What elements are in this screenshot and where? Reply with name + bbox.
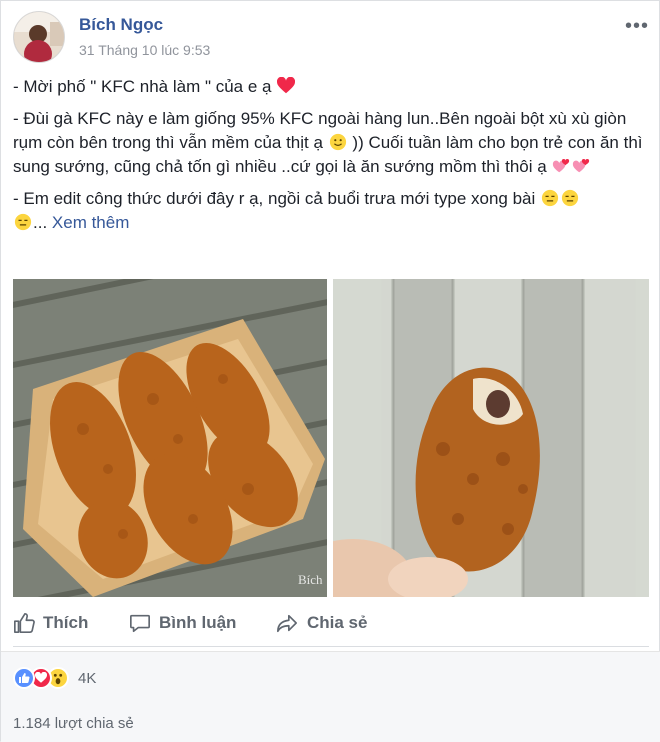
smile-emoji [329, 133, 346, 151]
post-body: - Mời phố " KFC nhà làm " của e ạ - Đùi … [13, 75, 649, 243]
sparkling-hearts-emoji [573, 159, 590, 173]
like-label: Thích [43, 613, 89, 632]
share-label: Chia sẻ [307, 613, 368, 632]
post-paragraph: - Đùi gà KFC này e làm giống 95% KFC ngo… [13, 107, 649, 179]
like-button[interactable]: Thích [13, 611, 88, 635]
author-name[interactable]: Bích Ngọc [79, 15, 163, 35]
expressionless-emoji [541, 189, 559, 207]
comment-button[interactable]: Bình luận [129, 611, 236, 635]
share-button[interactable]: Chia sẻ [275, 611, 367, 635]
photo-grid: Bích [13, 279, 649, 597]
avatar[interactable] [13, 11, 65, 63]
post-paragraph: - Mời phố " KFC nhà làm " của e ạ [13, 75, 649, 99]
photo-watermark: Bích [298, 572, 323, 587]
paragraph-text: - Mời phố " KFC nhà làm " của e ạ [13, 77, 272, 96]
paragraph-text: - Em edit công thức dưới đây r ạ, ngồi c… [13, 189, 536, 208]
photo-fried-chicken-tray[interactable]: Bích [13, 279, 327, 597]
sparkling-hearts-emoji [553, 159, 570, 173]
expressionless-emoji [14, 213, 32, 231]
share-count[interactable]: 1.184 lượt chia sẻ [13, 715, 134, 732]
share-icon [277, 614, 297, 633]
post-card: Bích Ngọc 31 Tháng 10 lúc 9:53 ••• - Mời… [0, 0, 660, 742]
like-reaction-icon [13, 667, 35, 689]
more-options-icon[interactable]: ••• [625, 15, 649, 38]
reactions-summary[interactable]: 4K [13, 665, 96, 691]
thumbs-up-icon [14, 613, 35, 633]
post-actions: Thích Bình luận Chia sẻ [13, 599, 649, 647]
see-more-link[interactable]: Xem thêm [52, 213, 129, 232]
comment-icon [130, 614, 150, 633]
heart-emoji [277, 77, 296, 94]
post-header: Bích Ngọc 31 Tháng 10 lúc 9:53 ••• [13, 11, 649, 67]
post-paragraph: - Em edit công thức dưới đây r ạ, ngồi c… [13, 187, 649, 235]
post-timestamp[interactable]: 31 Tháng 10 lúc 9:53 [79, 42, 210, 58]
comment-label: Bình luận [159, 613, 237, 632]
photo-bitten-chicken[interactable] [333, 279, 649, 597]
expressionless-emoji [561, 189, 579, 207]
reaction-count: 4K [78, 669, 97, 687]
ellipsis: ... [33, 213, 48, 232]
